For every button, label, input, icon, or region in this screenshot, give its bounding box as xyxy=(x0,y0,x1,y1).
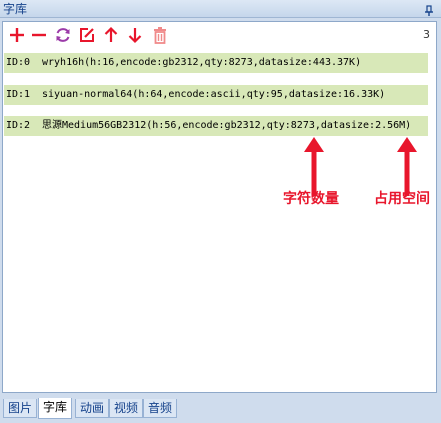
font-list-area: 3 ID:0 wryh16h(h:16,encode:gb2312,qty:827… xyxy=(2,21,437,393)
toolbar: 3 xyxy=(3,22,436,49)
font-id: ID:1 xyxy=(6,89,31,100)
remove-icon[interactable] xyxy=(30,26,48,44)
tab-audio[interactable]: 音频 xyxy=(143,399,178,418)
size-annotation: 占用空间 xyxy=(374,191,430,207)
tab-video[interactable]: 视频 xyxy=(109,399,144,418)
font-description: 思源Medium56GB2312(h:56,encode:gb2312,qty:… xyxy=(42,120,412,131)
list-item[interactable]: ID:2 思源Medium56GB2312(h:56,encode:gb2312,… xyxy=(4,116,428,136)
item-count: 3 xyxy=(423,28,430,41)
tab-animation[interactable]: 动画 xyxy=(75,399,110,418)
panel-title: 字库 xyxy=(3,2,28,16)
bottom-tabs: 图片 字库 动画 视频 音频 xyxy=(2,398,439,420)
move-up-icon[interactable] xyxy=(102,26,120,44)
refresh-icon[interactable] xyxy=(54,26,72,44)
move-down-icon[interactable] xyxy=(126,26,144,44)
add-icon[interactable] xyxy=(8,26,26,44)
font-description: wryh16h(h:16,encode:gb2312,qty:8273,data… xyxy=(42,57,362,68)
qty-annotation: 字符数量 xyxy=(283,191,339,207)
panel-titlebar: 字库 xyxy=(0,0,441,18)
list-item[interactable]: ID:0 wryh16h(h:16,encode:gb2312,qty:8273,… xyxy=(4,53,428,73)
delete-icon[interactable] xyxy=(151,26,169,44)
edit-icon[interactable] xyxy=(78,26,96,44)
font-library-panel: 字库 3 ID:0 wryh16h(h:16,encode:gb2312,qty… xyxy=(0,0,441,423)
pin-icon[interactable] xyxy=(423,2,435,16)
list-item[interactable]: ID:1 siyuan-normal64(h:64,encode:ascii,qt… xyxy=(4,85,428,105)
font-description: siyuan-normal64(h:64,encode:ascii,qty:95… xyxy=(42,89,386,100)
tab-images[interactable]: 图片 xyxy=(3,399,38,418)
font-id: ID:0 xyxy=(6,57,31,68)
tab-fonts[interactable]: 字库 xyxy=(38,398,73,419)
font-id: ID:2 xyxy=(6,120,31,131)
